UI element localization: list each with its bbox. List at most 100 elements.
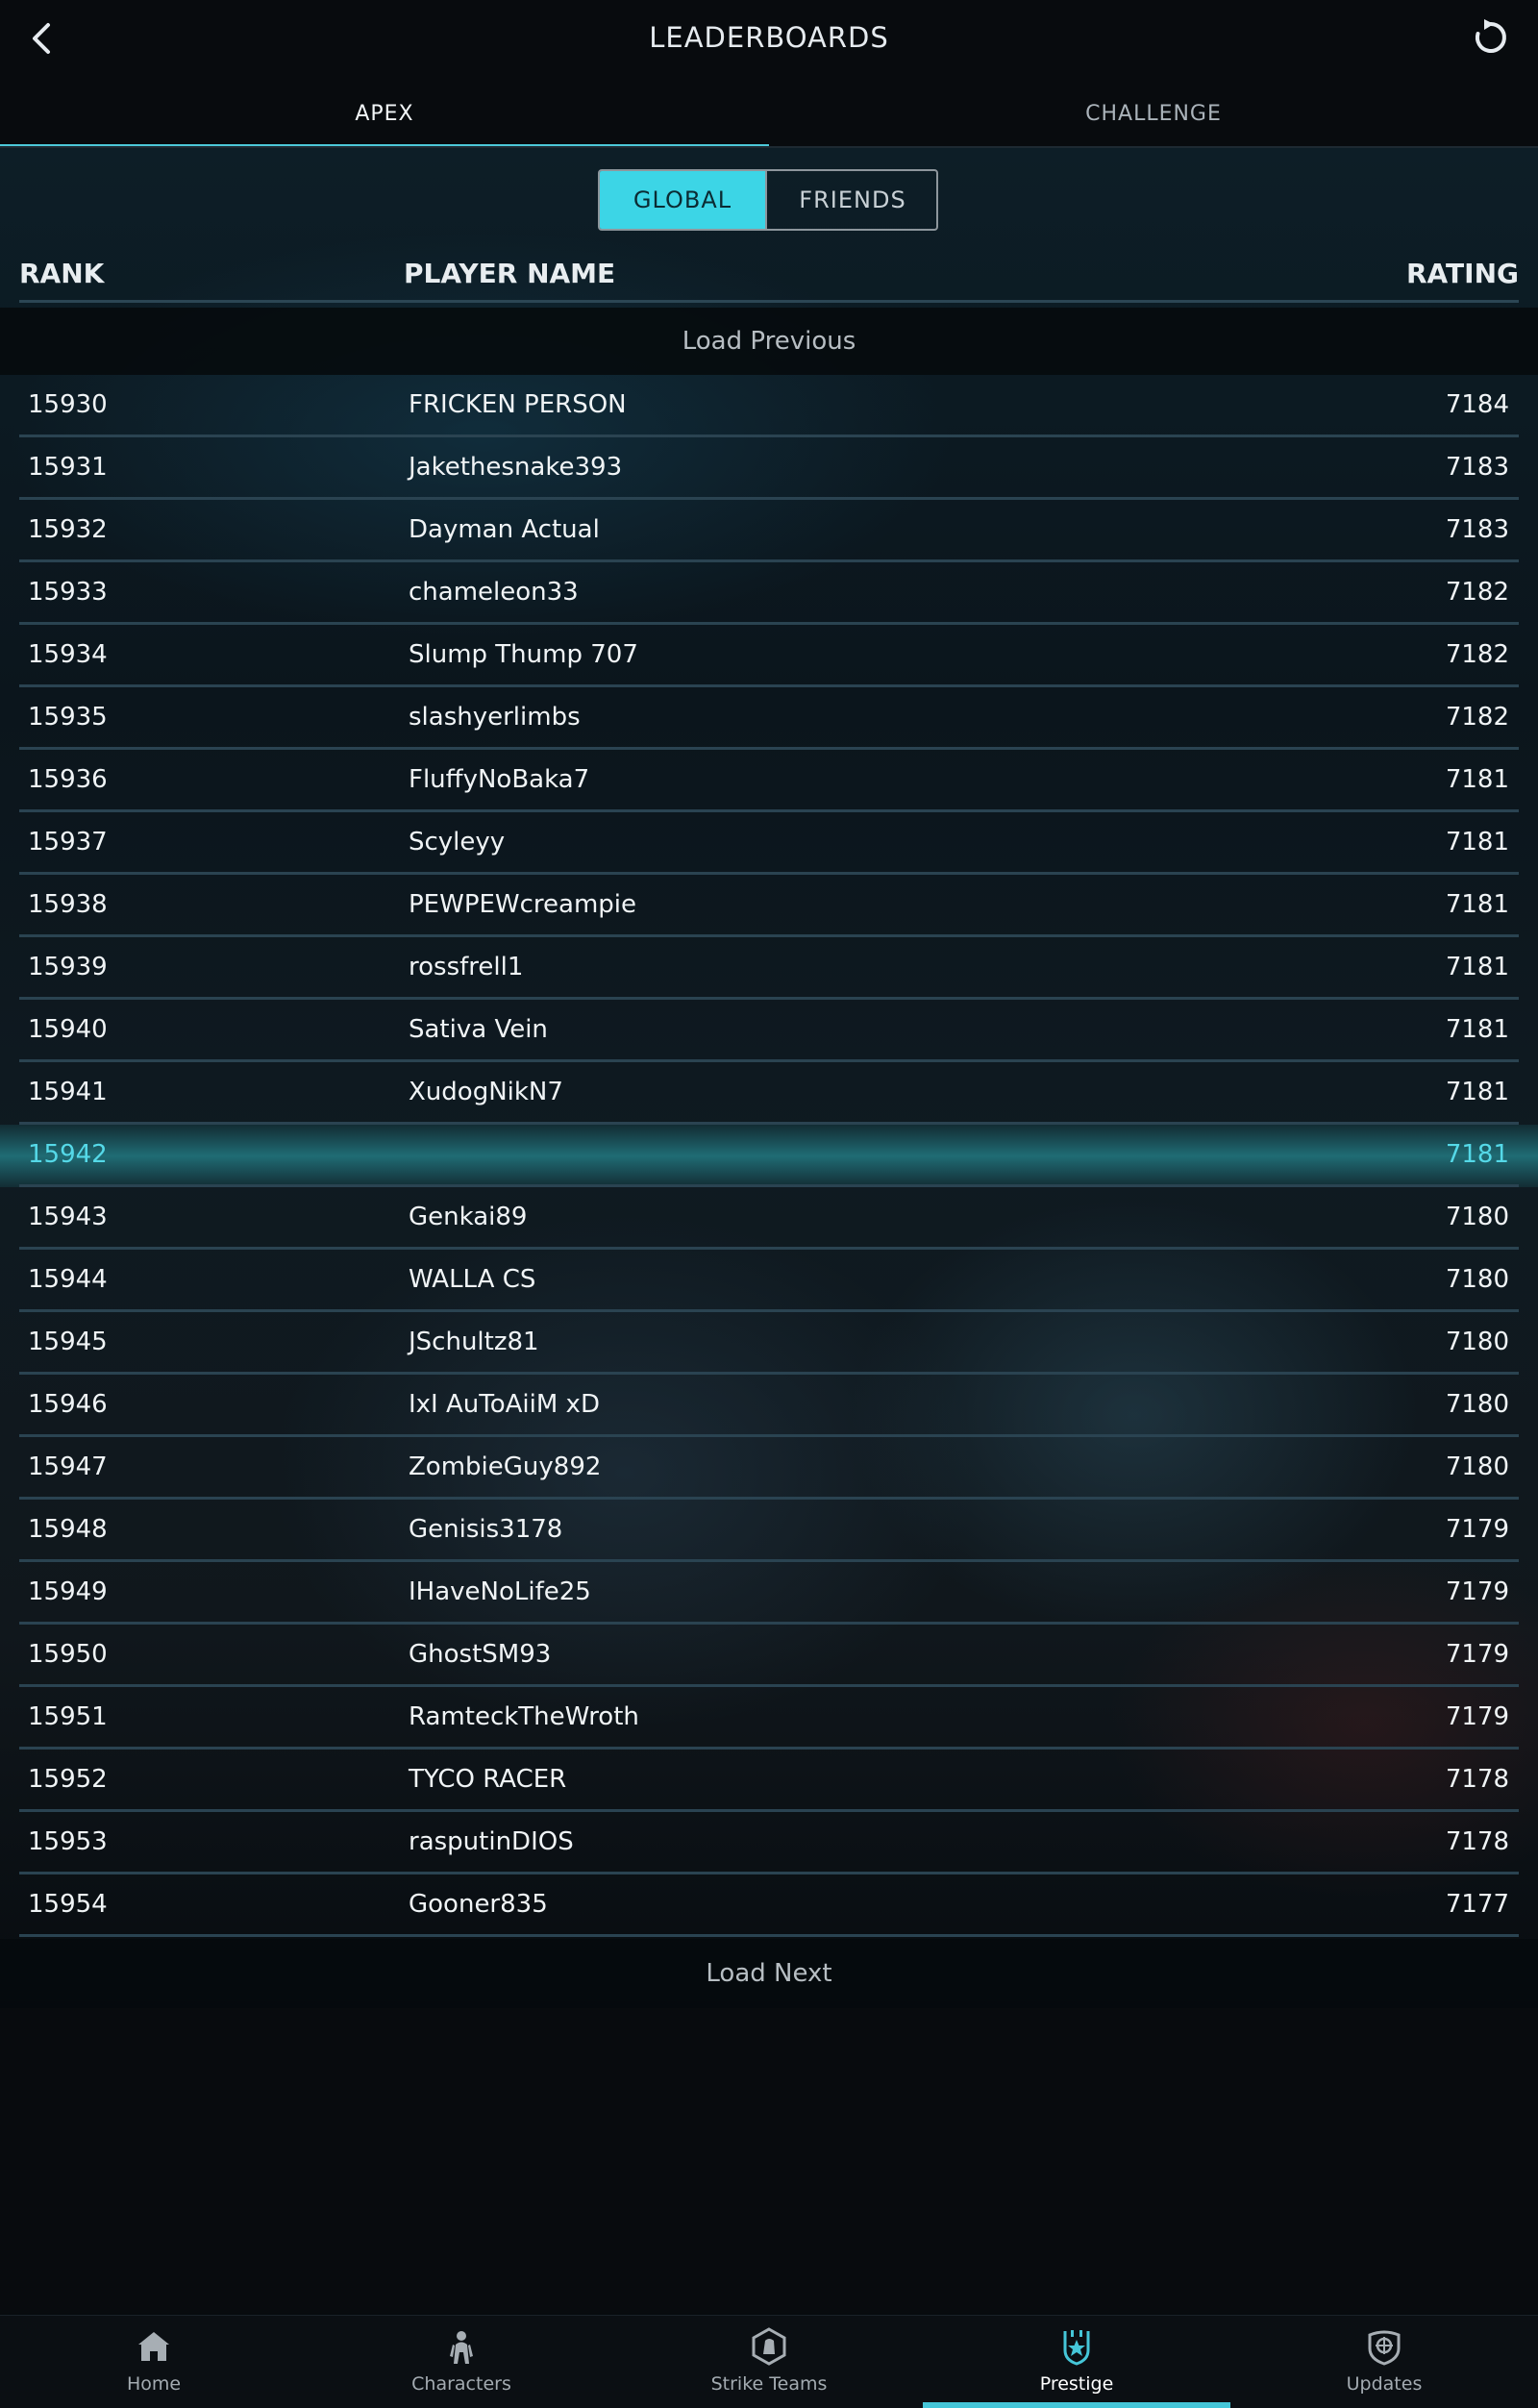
nav-home[interactable]: Home	[0, 2316, 308, 2408]
rank-cell: 15933	[28, 578, 108, 607]
table-row[interactable]: 15935 slashyerlimbs 7182	[0, 687, 1538, 750]
table-row-current-player[interactable]: 15942 7181	[0, 1125, 1538, 1187]
table-row[interactable]: 15952 TYCO RACER 7178	[0, 1750, 1538, 1812]
rating-cell: 7181	[1445, 765, 1509, 794]
empty-area	[0, 2008, 1538, 2314]
player-name-cell: XudogNikN7	[409, 1078, 563, 1106]
nav-label-updates: Updates	[1346, 2373, 1423, 2395]
rating-cell: 7181	[1445, 828, 1509, 856]
player-name-cell: ZombieGuy892	[409, 1452, 602, 1481]
app-header: LEADERBOARDS	[0, 0, 1538, 79]
nav-label-prestige: Prestige	[1039, 2373, 1114, 2395]
rank-cell: 15942	[28, 1140, 108, 1169]
nav-strike-teams[interactable]: Strike Teams	[615, 2316, 923, 2408]
characters-icon	[450, 2331, 473, 2364]
header-divider	[19, 300, 1519, 303]
nav-label-strike-teams: Strike Teams	[710, 2373, 828, 2395]
table-row[interactable]: 15946 IxI AuToAiiM xD 7180	[0, 1375, 1538, 1437]
rank-cell: 15939	[28, 953, 108, 981]
table-row[interactable]: 15947 ZombieGuy892 7180	[0, 1437, 1538, 1500]
refresh-icon[interactable]	[1471, 17, 1511, 58]
nav-prestige[interactable]: Prestige	[923, 2316, 1230, 2408]
table-row[interactable]: 15949 IHaveNoLife25 7179	[0, 1562, 1538, 1625]
player-name-cell: WALLA CS	[409, 1265, 536, 1294]
tab-apex[interactable]: APEX	[0, 79, 769, 148]
table-row[interactable]: 15951 RamteckTheWroth 7179	[0, 1687, 1538, 1750]
rank-cell: 15950	[28, 1640, 108, 1669]
rating-cell: 7181	[1445, 1140, 1509, 1169]
rank-cell: 15934	[28, 640, 108, 669]
rating-cell: 7180	[1445, 1265, 1509, 1294]
table-row[interactable]: 15954 Gooner835 7177	[0, 1874, 1538, 1937]
rating-cell: 7182	[1445, 703, 1509, 732]
updates-icon	[1368, 2330, 1401, 2366]
prestige-icon	[1063, 2330, 1090, 2366]
rating-cell: 7183	[1445, 515, 1509, 544]
leaderboard-table: 15930 FRICKEN PERSON 7184 15931 Jakethesnake…	[0, 375, 1538, 1937]
rating-cell: 7180	[1445, 1452, 1509, 1481]
player-name-cell: slashyerlimbs	[409, 703, 581, 732]
rating-cell: 7180	[1445, 1390, 1509, 1419]
player-name-cell: FluffyNoBaka7	[409, 765, 590, 794]
player-name-cell: chameleon33	[409, 578, 579, 607]
load-previous-button[interactable]: Load Previous	[0, 308, 1538, 375]
rank-cell: 15930	[28, 390, 108, 419]
load-next-button[interactable]: Load Next	[0, 1939, 1538, 2008]
player-name-cell: Gooner835	[409, 1890, 548, 1919]
rating-cell: 7183	[1445, 453, 1509, 482]
table-row[interactable]: 15941 XudogNikN7 7181	[0, 1062, 1538, 1125]
table-row[interactable]: 15933 chameleon33 7182	[0, 562, 1538, 625]
nav-updates[interactable]: Updates	[1230, 2316, 1538, 2408]
rank-cell: 15953	[28, 1827, 108, 1856]
player-name-cell: Jakethesnake393	[409, 453, 623, 482]
rating-cell: 7182	[1445, 640, 1509, 669]
nav-active-indicator	[923, 2402, 1230, 2408]
table-row[interactable]: 15953 rasputinDIOS 7178	[0, 1812, 1538, 1874]
rank-cell: 15937	[28, 828, 108, 856]
nav-characters[interactable]: Characters	[308, 2316, 615, 2408]
table-row[interactable]: 15938 PEWPEWcreampie 7181	[0, 875, 1538, 937]
player-name-cell: Scyleyy	[409, 828, 506, 856]
player-name-cell: FRICKEN PERSON	[409, 390, 627, 419]
table-row[interactable]: 15943 Genkai89 7180	[0, 1187, 1538, 1250]
column-header-rating: RATING	[1406, 258, 1519, 289]
rating-cell: 7178	[1445, 1765, 1509, 1794]
table-row[interactable]: 15939 rossfrell1 7181	[0, 937, 1538, 1000]
table-row[interactable]: 15944 WALLA CS 7180	[0, 1250, 1538, 1312]
table-row[interactable]: 15940 Sativa Vein 7181	[0, 1000, 1538, 1062]
table-row[interactable]: 15931 Jakethesnake393 7183	[0, 437, 1538, 500]
player-name-cell: PEWPEWcreampie	[409, 890, 637, 919]
rating-cell: 7180	[1445, 1203, 1509, 1231]
friends-button[interactable]: FRIENDS	[765, 171, 936, 229]
rating-cell: 7179	[1445, 1702, 1509, 1731]
table-row[interactable]: 15948 Genisis3178 7179	[0, 1500, 1538, 1562]
column-header-player-name: PLAYER NAME	[404, 258, 616, 289]
rank-cell: 15952	[28, 1765, 108, 1794]
player-name-cell: Genkai89	[409, 1203, 528, 1231]
tab-bar: APEX CHALLENGE	[0, 79, 1538, 148]
rank-cell: 15947	[28, 1452, 108, 1481]
rank-cell: 15943	[28, 1203, 108, 1231]
rank-cell: 15948	[28, 1515, 108, 1544]
tab-challenge[interactable]: CHALLENGE	[769, 79, 1538, 148]
player-name-cell: rossfrell1	[409, 953, 524, 981]
rank-cell: 15938	[28, 890, 108, 919]
global-button[interactable]: GLOBAL	[600, 171, 765, 229]
player-name-cell: JSchultz81	[409, 1328, 539, 1356]
table-row[interactable]: 15950 GhostSM93 7179	[0, 1625, 1538, 1687]
rating-cell: 7178	[1445, 1827, 1509, 1856]
table-row[interactable]: 15937 Scyleyy 7181	[0, 812, 1538, 875]
table-row[interactable]: 15930 FRICKEN PERSON 7184	[0, 375, 1538, 437]
rank-cell: 15931	[28, 453, 108, 482]
table-row[interactable]: 15932 Dayman Actual 7183	[0, 500, 1538, 562]
rank-cell: 15946	[28, 1390, 108, 1419]
rank-cell: 15935	[28, 703, 108, 732]
rating-cell: 7181	[1445, 953, 1509, 981]
nav-label-home: Home	[126, 2373, 182, 2395]
table-row[interactable]: 15945 JSchultz81 7180	[0, 1312, 1538, 1375]
rank-cell: 15945	[28, 1328, 108, 1356]
table-row[interactable]: 15936 FluffyNoBaka7 7181	[0, 750, 1538, 812]
tab-divider	[0, 146, 1538, 148]
table-row[interactable]: 15934 Slump Thump 707 7182	[0, 625, 1538, 687]
rating-cell: 7182	[1445, 578, 1509, 607]
